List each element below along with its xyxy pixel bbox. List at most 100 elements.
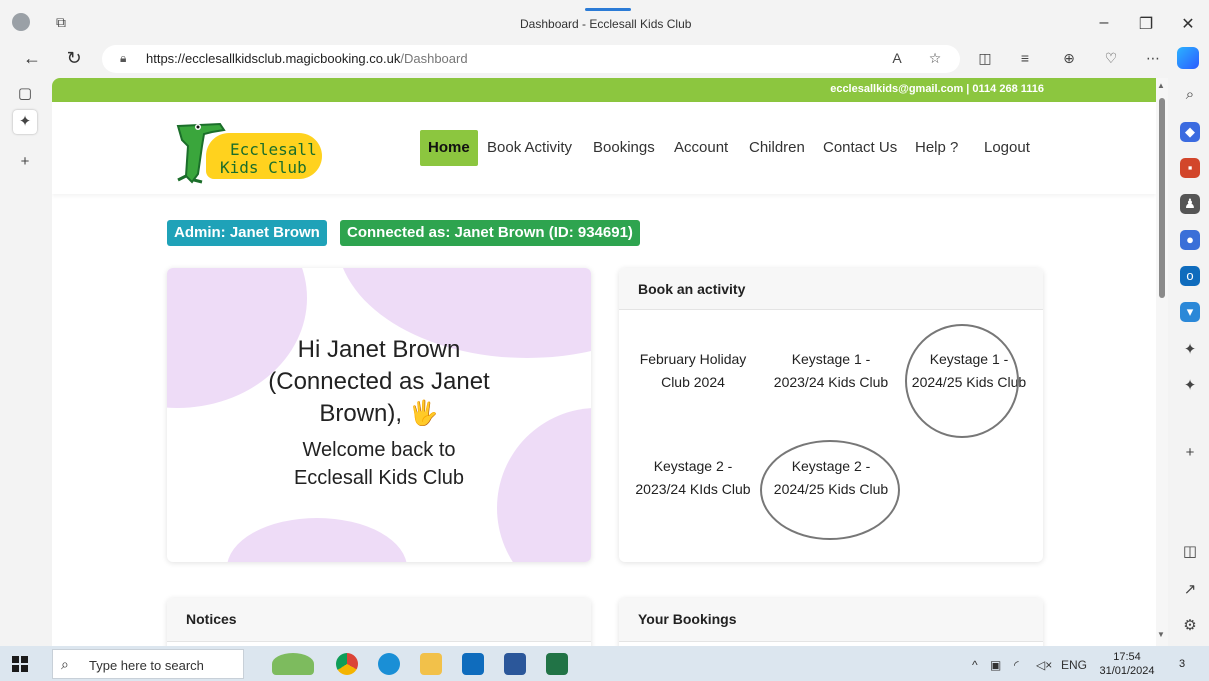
lock-icon: 🔒︎	[120, 51, 127, 65]
right-sidebar: ⌕ ◆ ▪ ♟ ● o ▾ ✦ ✦ + ◫ ↗ ⚙	[1170, 78, 1209, 646]
tools-icon[interactable]: ▪	[1180, 158, 1200, 178]
collections-icon[interactable]: ⊕	[1058, 50, 1080, 67]
favorite-star-icon[interactable]: ☆	[924, 50, 946, 67]
logo-text-line1: Ecclesall	[230, 140, 317, 159]
activity-february-holiday-club[interactable]: February Holiday Club 2024	[633, 348, 753, 394]
nav-children[interactable]: Children	[749, 130, 805, 166]
help-question-icon: ?	[950, 139, 959, 156]
shopping-icon[interactable]: ◆	[1180, 122, 1200, 142]
restore-icon[interactable]: ❐	[1134, 14, 1158, 34]
magic-app-icon-2[interactable]: ✦	[1180, 376, 1200, 394]
performance-icon[interactable]: ♡	[1100, 50, 1122, 67]
decor-blob	[227, 518, 407, 562]
activity-ks1-2023-24[interactable]: Keystage 1 - 2023/24 Kids Club	[771, 348, 891, 394]
tab-panel-icon[interactable]: ▢	[13, 82, 37, 106]
tab-actions-icon[interactable]: ⧉	[56, 14, 66, 31]
site-header: Ecclesall Kids Club Home Book Activity B…	[52, 102, 1156, 194]
open-external-icon[interactable]: ↗	[1180, 580, 1200, 598]
scroll-down-icon[interactable]: ▼	[1157, 630, 1165, 639]
windows-start-icon[interactable]	[12, 656, 28, 672]
windows-taskbar: ⌕ Type here to search ^ ▣ ◜ ◁× ENG 17:54…	[0, 646, 1209, 681]
new-tab-icon[interactable]: +	[13, 150, 37, 174]
games-icon[interactable]: ♟	[1180, 194, 1200, 214]
hand-drawn-circle	[905, 324, 1019, 438]
card-header: Notices	[167, 598, 591, 642]
page-scrollbar[interactable]: ▲ ▼	[1156, 78, 1168, 646]
notification-center-icon[interactable]: 3	[1172, 654, 1192, 674]
split-screen-icon[interactable]: ◫	[974, 50, 996, 67]
drop-icon[interactable]: ▾	[1180, 302, 1200, 322]
outlook-taskbar-icon[interactable]	[462, 653, 484, 675]
profile-avatar-icon[interactable]	[12, 13, 30, 31]
activity-ks2-2023-24[interactable]: Keystage 2 - 2023/24 KIds Club	[633, 455, 753, 501]
more-menu-icon[interactable]: ⋯	[1142, 50, 1164, 67]
nav-book-activity[interactable]: Book Activity	[487, 130, 572, 166]
wave-hand-icon: 🖐	[408, 400, 439, 427]
magic-app-icon[interactable]: ✦	[1180, 340, 1200, 358]
card-header: Your Bookings	[619, 598, 1043, 642]
contact-bar: ecclesallkids@gmail.com | 0114 268 1116	[52, 78, 1156, 102]
chrome-icon[interactable]	[336, 653, 358, 675]
settings-gear-icon[interactable]: ⚙	[1180, 616, 1200, 634]
url-host: https://ecclesallkidsclub.magicbooking.c…	[146, 51, 401, 66]
clock-date: 31/01/2024	[1099, 665, 1155, 677]
add-sidebar-icon[interactable]: +	[1180, 444, 1200, 461]
language-indicator[interactable]: ENG	[1061, 658, 1087, 672]
volume-icon[interactable]: ◁×	[1036, 658, 1052, 672]
excel-icon[interactable]	[546, 653, 568, 675]
site-logo[interactable]: Ecclesall Kids Club	[164, 116, 324, 184]
nav-help[interactable]: Help ?	[915, 130, 958, 166]
welcome-message: Welcome back to Ecclesall Kids Club	[167, 436, 591, 492]
nav-account[interactable]: Account	[674, 130, 728, 166]
card-header: Book an activity	[619, 268, 1043, 310]
nav-contact-us[interactable]: Contact Us	[823, 130, 897, 166]
scroll-up-icon[interactable]: ▲	[1157, 81, 1165, 90]
welcome-card: Hi Janet Brown (Connected as Janet Brown…	[167, 268, 591, 562]
welcome-message-text: Welcome back to Ecclesall Kids Club	[293, 439, 465, 489]
url-input[interactable]: 🔒︎ https://ecclesallkidsclub.magicbookin…	[102, 45, 960, 73]
outlook-icon[interactable]: o	[1180, 266, 1200, 286]
back-icon[interactable]: ←	[22, 48, 42, 69]
notification-count: 3	[1178, 658, 1186, 670]
your-bookings-card: Your Bookings	[619, 598, 1043, 646]
taskbar-clock[interactable]: 17:54 31/01/2024	[1096, 650, 1158, 678]
page-viewport: ecclesallkids@gmail.com | 0114 268 1116 …	[52, 78, 1156, 646]
tab-accent-bar	[585, 8, 631, 11]
scrollbar-thumb[interactable]	[1159, 98, 1165, 298]
url-path: /Dashboard	[400, 51, 468, 66]
card-title: Book an activity	[638, 281, 746, 297]
notices-card: Notices	[167, 598, 591, 646]
wifi-icon[interactable]: ◜	[1014, 658, 1019, 672]
admin-badge: Admin: Janet Brown	[167, 220, 327, 246]
contact-info[interactable]: ecclesallkids@gmail.com | 0114 268 1116	[830, 83, 1044, 95]
connected-badge: Connected as: Janet Brown (ID: 934691)	[340, 220, 640, 246]
read-aloud-icon[interactable]: A	[886, 50, 908, 66]
url-text: https://ecclesallkidsclub.magicbooking.c…	[146, 51, 468, 66]
sidebar-panel-icon[interactable]: ◫	[1180, 542, 1200, 560]
site-tab-icon[interactable]: ✦	[13, 110, 37, 134]
greeting-text: Hi Janet Brown (Connected as Janet Brown…	[268, 336, 490, 427]
file-explorer-icon[interactable]	[420, 653, 442, 675]
hand-drawn-circle	[760, 440, 900, 540]
nav-logout[interactable]: Logout	[984, 130, 1030, 166]
browser-tab-title[interactable]: Dashboard - Ecclesall Kids Club	[520, 17, 691, 31]
vertical-tab-strip: ▢ ✦ +	[0, 78, 50, 646]
nav-home[interactable]: Home	[420, 130, 478, 166]
clock-time: 17:54	[1113, 651, 1141, 663]
card-title: Notices	[186, 611, 237, 627]
close-icon[interactable]: ✕	[1176, 14, 1200, 34]
nav-bookings[interactable]: Bookings	[593, 130, 655, 166]
microsoft365-icon[interactable]: ●	[1180, 230, 1200, 250]
taskbar-search-input[interactable]: ⌕ Type here to search	[52, 649, 244, 679]
minimize-icon[interactable]: –	[1092, 14, 1116, 32]
search-highlight-icon[interactable]	[272, 653, 314, 675]
card-title: Your Bookings	[638, 611, 737, 627]
refresh-icon[interactable]: ↻	[64, 48, 84, 69]
word-icon[interactable]	[504, 653, 526, 675]
favorites-icon[interactable]: ≡	[1014, 50, 1036, 66]
tray-overflow-icon[interactable]: ^	[972, 658, 978, 672]
network-icon[interactable]: ▣	[990, 658, 1001, 672]
search-icon[interactable]: ⌕	[1180, 86, 1200, 103]
edge-icon[interactable]	[378, 653, 400, 675]
copilot-icon[interactable]	[1177, 47, 1199, 69]
